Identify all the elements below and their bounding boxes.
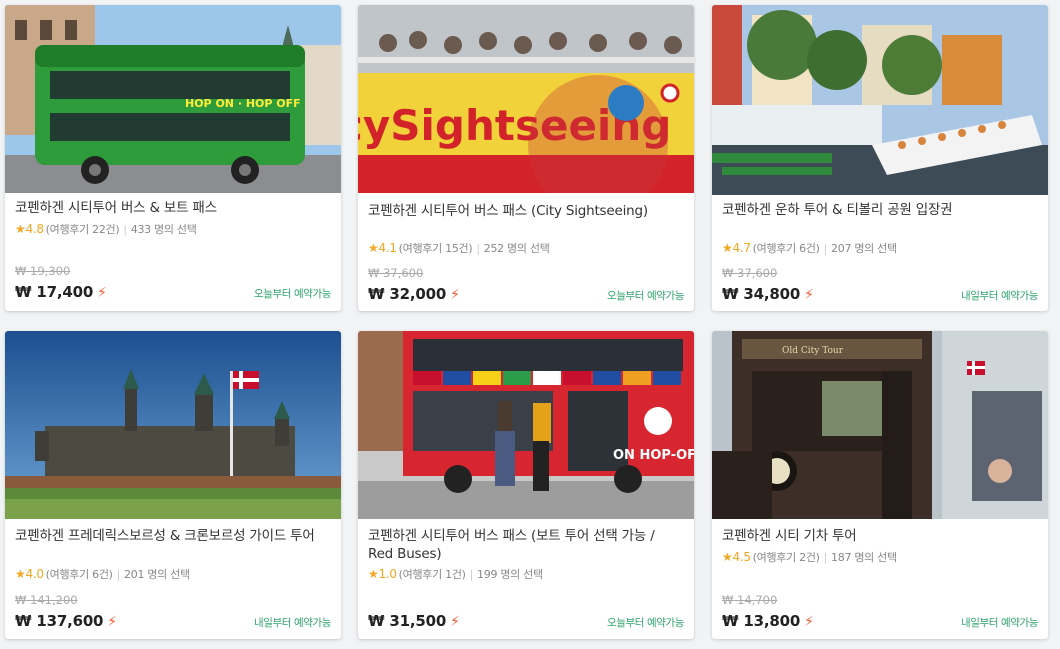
- star-icon: ★: [368, 567, 379, 581]
- divider: |: [823, 242, 828, 255]
- product-title[interactable]: 코펜하겐 시티투어 버스 패스 (보트 투어 선택 가능 / Red Buses…: [368, 527, 678, 563]
- star-icon: ★: [368, 241, 379, 255]
- product-card[interactable]: HOP ON · HOP OFF 코펜하겐 시티투어 버스 & 보트 패스 ★4…: [5, 5, 341, 311]
- product-title[interactable]: 코펜하겐 프레데릭스보르성 & 크론보르성 가이드 투어: [15, 527, 325, 545]
- product-image[interactable]: [5, 331, 341, 519]
- lightning-icon: ⚡: [804, 614, 814, 630]
- product-card[interactable]: cySightseeing 코펜하겐 시티투어 버스 패스 (City Sigh…: [358, 5, 694, 311]
- selection-count: 433 명의 선택: [130, 223, 197, 236]
- product-card[interactable]: Old City Tour 코펜하겐 시티 기차 투어 ★4.5 (여행후기 2건…: [712, 331, 1048, 639]
- review-count: (여행후기 1건): [398, 568, 466, 581]
- sale-price-value: ₩ 137,600: [15, 612, 104, 630]
- selection-count: 199 명의 선택: [477, 568, 543, 581]
- sale-price-value: ₩ 32,000: [368, 285, 447, 303]
- rating-row: ★4.5 (여행후기 2건) | 187 명의 선택: [722, 549, 897, 565]
- svg-text:Old City Tour: Old City Tour: [782, 346, 844, 356]
- rating-value: 1.0: [378, 567, 397, 581]
- original-price: ₩ 37,600: [722, 266, 778, 280]
- rating-value: 4.7: [732, 241, 751, 255]
- selection-count: 187 명의 선택: [831, 551, 897, 564]
- lightning-icon: ⚡: [450, 287, 460, 303]
- availability-label: 내일부터 예약가능: [253, 617, 331, 629]
- lightning-icon: ⚡: [804, 287, 814, 303]
- svg-text:ON HOP-OFF: ON HOP-OFF: [613, 448, 694, 463]
- selection-count: 207 명의 선택: [831, 242, 897, 255]
- lightning-icon: ⚡: [450, 614, 460, 630]
- product-image[interactable]: ON HOP-OFF: [358, 331, 694, 519]
- sale-price-value: ₩ 13,800: [722, 612, 801, 630]
- review-count: (여행후기 6건): [752, 242, 820, 255]
- original-price: ₩ 37,600: [368, 266, 424, 280]
- product-image[interactable]: cySightseeing: [358, 5, 694, 193]
- sale-price-value: ₩ 34,800: [722, 285, 801, 303]
- lightning-icon: ⚡: [97, 285, 107, 301]
- divider: |: [823, 551, 828, 564]
- selection-count: 252 명의 선택: [483, 242, 550, 255]
- sale-price: ₩ 31,500 ⚡: [368, 612, 460, 630]
- divider: |: [469, 568, 474, 581]
- product-card[interactable]: 코펜하겐 운하 투어 & 티볼리 공원 입장권 ★4.7 (여행후기 6건) | 20…: [712, 5, 1048, 311]
- divider: |: [116, 568, 121, 581]
- product-title[interactable]: 코펜하겐 시티투어 버스 & 보트 패스: [15, 199, 325, 217]
- product-image[interactable]: HOP ON · HOP OFF: [5, 5, 341, 193]
- original-price: ₩ 141,200: [15, 593, 78, 607]
- product-title[interactable]: 코펜하겐 시티 기차 투어: [722, 527, 1032, 545]
- product-title[interactable]: 코펜하겐 운하 투어 & 티볼리 공원 입장권: [722, 201, 1032, 219]
- sale-price-value: ₩ 31,500: [368, 612, 447, 630]
- rating-value: 4.8: [25, 222, 44, 236]
- review-count: (여행후기 15건): [398, 242, 473, 255]
- availability-label: 내일부터 예약가능: [960, 290, 1038, 302]
- rating-value: 4.1: [378, 241, 397, 255]
- review-count: (여행후기 22건): [45, 223, 120, 236]
- sale-price: ₩ 13,800 ⚡: [722, 612, 814, 630]
- product-image[interactable]: Old City Tour: [712, 331, 1048, 519]
- svg-text:HOP ON · HOP OFF: HOP ON · HOP OFF: [185, 97, 301, 110]
- rating-row: ★4.1 (여행후기 15건) | 252 명의 선택: [368, 240, 550, 256]
- star-icon: ★: [722, 550, 733, 564]
- star-icon: ★: [15, 567, 26, 581]
- divider: |: [123, 223, 127, 236]
- availability-label: 오늘부터 예약가능: [606, 290, 684, 302]
- divider: |: [476, 242, 480, 255]
- product-card[interactable]: 코펜하겐 프레데릭스보르성 & 크론보르성 가이드 투어 ★4.0 (여행후기 6…: [5, 331, 341, 639]
- review-count: (여행후기 2건): [752, 551, 820, 564]
- sale-price: ₩ 17,400 ⚡: [15, 283, 107, 301]
- product-image[interactable]: [712, 5, 1048, 195]
- rating-row: ★4.7 (여행후기 6건) | 207 명의 선택: [722, 240, 897, 256]
- star-icon: ★: [722, 241, 733, 255]
- rating-row: ★4.0 (여행후기 6건) | 201 명의 선택: [15, 566, 190, 582]
- star-icon: ★: [15, 222, 26, 236]
- rating-value: 4.0: [25, 567, 44, 581]
- availability-label: 오늘부터 예약가능: [606, 617, 684, 629]
- original-price: ₩ 19,300: [15, 264, 71, 278]
- product-card[interactable]: ON HOP-OFF 코펜하겐 시티투어 버스 패스 (보트 투어 선택 가능 …: [358, 331, 694, 639]
- product-title[interactable]: 코펜하겐 시티투어 버스 패스 (City Sightseeing): [368, 202, 678, 220]
- rating-value: 4.5: [732, 550, 751, 564]
- availability-label: 오늘부터 예약가능: [253, 288, 331, 300]
- original-price: ₩ 14,700: [722, 593, 778, 607]
- sale-price: ₩ 137,600 ⚡: [15, 612, 117, 630]
- availability-label: 내일부터 예약가능: [960, 617, 1038, 629]
- sale-price: ₩ 34,800 ⚡: [722, 285, 814, 303]
- rating-row: ★4.8 (여행후기 22건) | 433 명의 선택: [15, 221, 197, 237]
- lightning-icon: ⚡: [107, 614, 117, 630]
- review-count: (여행후기 6건): [45, 568, 113, 581]
- sale-price: ₩ 32,000 ⚡: [368, 285, 460, 303]
- rating-row: ★1.0 (여행후기 1건) | 199 명의 선택: [368, 566, 543, 582]
- sale-price-value: ₩ 17,400: [15, 283, 94, 301]
- selection-count: 201 명의 선택: [124, 568, 190, 581]
